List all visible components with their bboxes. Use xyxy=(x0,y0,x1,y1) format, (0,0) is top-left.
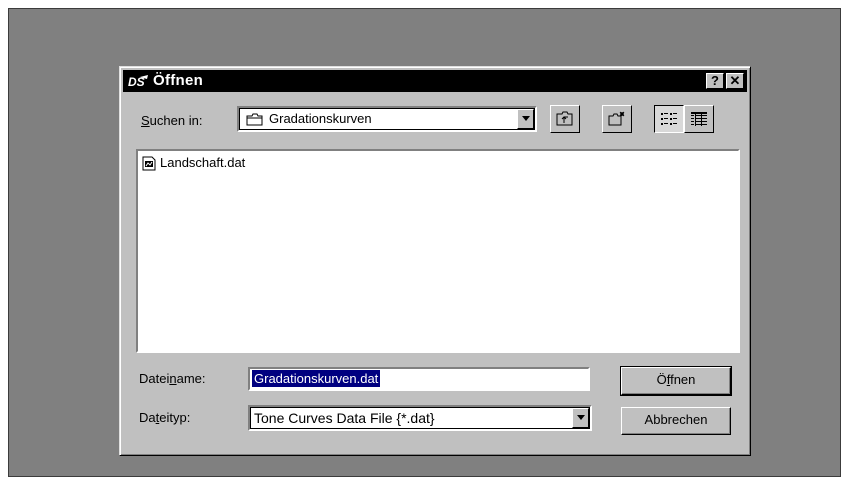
look-in-label: Suchen in: xyxy=(141,113,203,128)
help-button[interactable]: ? xyxy=(706,73,724,89)
filename-input[interactable]: Gradationskurven.dat xyxy=(248,367,590,391)
dialog-title: Öffnen xyxy=(153,72,204,89)
data-file-icon xyxy=(142,156,156,171)
list-view-icon xyxy=(661,113,677,125)
open-button[interactable]: Öffnen xyxy=(620,366,732,396)
details-view-icon xyxy=(691,112,707,126)
details-view-button[interactable] xyxy=(684,105,714,133)
up-one-level-button[interactable] xyxy=(550,105,580,133)
folder-icon xyxy=(246,113,263,126)
desktop-background: DS Öffnen ? ✕ Suchen in: Gradationskurve… xyxy=(8,8,841,477)
close-button[interactable]: ✕ xyxy=(726,73,744,89)
list-view-button[interactable] xyxy=(654,105,684,133)
file-name: Landschaft.dat xyxy=(160,155,246,170)
filetype-label: Dateityp: xyxy=(139,410,191,425)
file-list[interactable]: Landschaft.dat xyxy=(136,149,740,353)
open-file-dialog: DS Öffnen ? ✕ Suchen in: Gradationskurve… xyxy=(119,66,751,456)
look-in-value: Gradationskurven xyxy=(269,111,372,126)
filetype-dropdown-arrow[interactable] xyxy=(572,408,589,428)
cancel-button[interactable]: Abbrechen xyxy=(621,407,731,435)
ds-app-icon: DS xyxy=(128,75,148,89)
new-folder-button[interactable] xyxy=(602,105,632,133)
look-in-dropdown-arrow[interactable] xyxy=(517,109,534,129)
filename-value: Gradationskurven.dat xyxy=(252,370,381,387)
up-one-level-icon xyxy=(556,111,573,126)
title-bar[interactable]: DS Öffnen ? ✕ xyxy=(123,70,747,92)
look-in-dropdown[interactable]: Gradationskurven xyxy=(237,106,537,132)
new-folder-icon xyxy=(608,111,625,126)
filetype-dropdown[interactable]: Tone Curves Data File {*.dat} xyxy=(248,405,592,431)
filename-label: Dateiname: xyxy=(139,371,206,386)
filetype-value: Tone Curves Data File {*.dat} xyxy=(254,410,435,426)
